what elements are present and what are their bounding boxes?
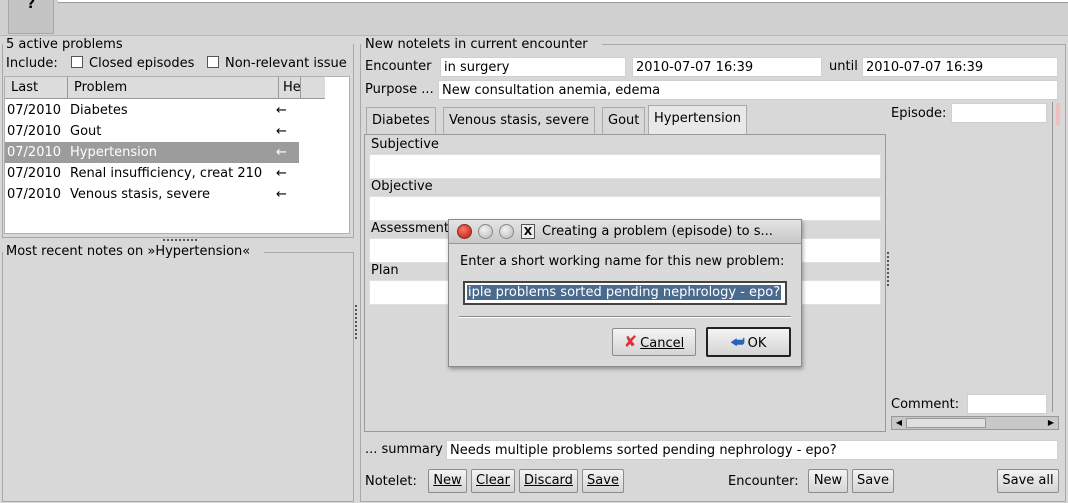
ok-button[interactable]: ⮨ OK bbox=[706, 327, 791, 357]
closed-episodes-checkbox[interactable]: Closed episodes bbox=[71, 56, 194, 71]
problem-name-input[interactable]: iple problems sorted pending nephrology … bbox=[463, 281, 787, 305]
encounter-end-field[interactable]: 2010-07-07 16:39 bbox=[862, 57, 1058, 77]
side-scroll-marker bbox=[1056, 103, 1060, 125]
save-all-button[interactable]: Save all bbox=[997, 469, 1059, 493]
arrow-left-icon: ← bbox=[276, 166, 287, 181]
comment-field[interactable] bbox=[967, 394, 1047, 414]
tab-gout[interactable]: Gout bbox=[602, 107, 646, 134]
encounter-save-button[interactable]: Save bbox=[852, 469, 894, 493]
column-header-he[interactable]: He bbox=[279, 77, 301, 98]
scroll-left-arrow-icon[interactable]: ◀ bbox=[893, 418, 905, 428]
soap-label-objective: Objective bbox=[371, 179, 433, 194]
soap-label-plan: Plan bbox=[371, 263, 399, 278]
encounter-type-field[interactable]: in surgery bbox=[440, 57, 626, 77]
top-toolbar bbox=[0, 0, 1068, 36]
top-field[interactable] bbox=[58, 0, 1068, 3]
subjective-field[interactable] bbox=[369, 154, 881, 179]
until-label: until bbox=[829, 59, 858, 74]
non-relevant-checkbox[interactable]: Non-relevant issue bbox=[207, 56, 353, 71]
tab-hypertension[interactable]: Hypertension bbox=[648, 105, 747, 134]
summary-field[interactable]: Needs multiple problems sorted pending n… bbox=[446, 440, 1058, 460]
soap-label-subjective: Subjective bbox=[371, 137, 439, 152]
closed-episodes-label: Closed episodes bbox=[89, 56, 195, 71]
purpose-label: Purpose ... bbox=[365, 82, 434, 97]
help-label: ? bbox=[26, 0, 36, 12]
checkbox-box[interactable] bbox=[71, 56, 83, 68]
episode-splitter-handle[interactable] bbox=[887, 252, 890, 286]
comment-label: Comment: bbox=[891, 397, 960, 412]
purpose-field[interactable]: New consultation anemia, edema bbox=[438, 80, 1058, 100]
table-row[interactable]: 07/2010 Gout ← bbox=[5, 121, 299, 142]
scroll-thumb[interactable] bbox=[906, 418, 986, 428]
notelet-discard-button[interactable]: Discard bbox=[519, 469, 578, 493]
column-header-last[interactable]: Last bbox=[5, 77, 68, 98]
minimize-icon[interactable] bbox=[478, 224, 493, 239]
arrow-left-icon: ← bbox=[276, 103, 287, 118]
cancel-x-icon: ✘ bbox=[623, 332, 638, 351]
notelet-new-button[interactable]: New bbox=[428, 469, 467, 493]
tab-venous-stasis[interactable]: Venous stasis, severe bbox=[443, 107, 595, 134]
encounter-bottom-label: Encounter: bbox=[728, 474, 799, 489]
problem-name-selected-text: iple problems sorted pending nephrology … bbox=[467, 285, 782, 300]
encounter-label: Encounter bbox=[365, 59, 432, 74]
summary-label: ... summary bbox=[365, 442, 443, 457]
episode-field[interactable] bbox=[951, 103, 1047, 123]
horizontal-splitter-handle[interactable] bbox=[163, 239, 197, 243]
table-row-selected[interactable]: 07/2010 Hypertension ← bbox=[5, 142, 299, 163]
create-problem-dialog: X Creating a problem (episode) to s... E… bbox=[448, 219, 802, 367]
table-row[interactable]: 07/2010 Diabetes ← bbox=[5, 100, 299, 121]
close-icon[interactable] bbox=[457, 224, 472, 239]
column-header-problem[interactable]: Problem bbox=[68, 77, 279, 98]
arrow-left-icon: ← bbox=[276, 145, 287, 160]
include-label: Include: bbox=[6, 56, 58, 71]
objective-field[interactable] bbox=[369, 196, 881, 221]
cancel-button[interactable]: ✘ Cancel bbox=[612, 328, 696, 356]
recent-notes-panel bbox=[2, 252, 354, 502]
horizontal-scrollbar[interactable]: ◀ ▶ bbox=[891, 416, 1059, 430]
app-x-icon: X bbox=[521, 224, 535, 239]
arrow-left-icon: ← bbox=[276, 124, 287, 139]
help-button[interactable]: ? bbox=[8, 0, 54, 34]
tab-diabetes[interactable]: Diabetes bbox=[366, 107, 436, 134]
scroll-right-arrow-icon[interactable]: ▶ bbox=[1045, 418, 1057, 428]
table-row[interactable]: 07/2010 Renal insufficiency, creat 210 ← bbox=[5, 163, 299, 184]
arrow-left-icon: ← bbox=[276, 187, 287, 202]
notelets-title-line bbox=[602, 44, 1066, 45]
episode-label: Episode: bbox=[891, 106, 947, 121]
checkbox-box[interactable] bbox=[207, 56, 219, 68]
encounter-new-button[interactable]: New bbox=[808, 469, 848, 493]
dialog-prompt: Enter a short working name for this new … bbox=[460, 254, 785, 269]
non-relevant-label: Non-relevant issue bbox=[225, 56, 347, 71]
encounter-start-field[interactable]: 2010-07-07 16:39 bbox=[632, 57, 822, 77]
soap-label-assessment: Assessment bbox=[371, 221, 449, 236]
recent-notes-title-line bbox=[264, 252, 354, 253]
maximize-icon[interactable] bbox=[499, 224, 514, 239]
dialog-title: Creating a problem (episode) to s... bbox=[542, 224, 773, 239]
notelet-label: Notelet: bbox=[365, 474, 417, 489]
vertical-splitter-handle[interactable] bbox=[355, 305, 358, 339]
dialog-separator bbox=[459, 316, 791, 318]
notelet-save-button[interactable]: Save bbox=[582, 469, 624, 493]
problems-list-header: Last Problem He bbox=[5, 77, 325, 99]
dialog-titlebar[interactable]: X Creating a problem (episode) to s... bbox=[449, 220, 801, 244]
side-scroll-strip bbox=[1052, 102, 1058, 412]
notelet-clear-button[interactable]: Clear bbox=[471, 469, 515, 493]
ok-return-arrow-icon: ⮨ bbox=[730, 333, 745, 351]
table-row[interactable]: 07/2010 Venous stasis, severe ← bbox=[5, 184, 299, 205]
